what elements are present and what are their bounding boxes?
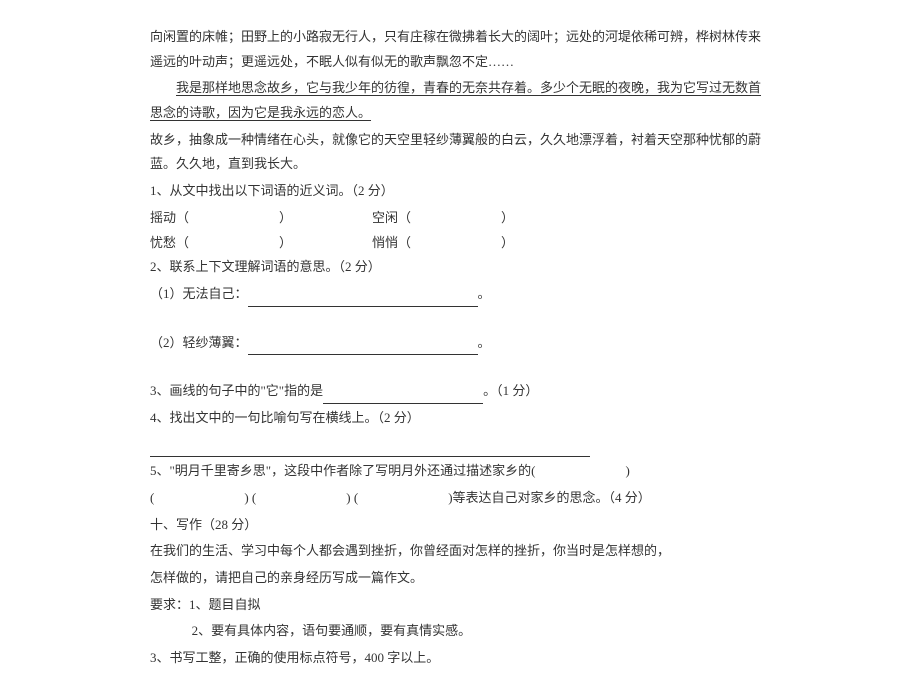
q5-tail: )等表达自己对家乡的思念。（4 分）: [448, 490, 651, 505]
writing-title: 十、写作（28 分）: [150, 513, 770, 538]
q1-row-2: 忧愁（ ） 悄悄（ ）: [150, 231, 770, 256]
q2-item2-label: （2）轻纱薄翼：: [150, 335, 248, 350]
q5-stem-a: 5、"明月千里寄乡思"，这段中作者除了写明月外还通过描述家乡的(: [150, 463, 535, 478]
q2-blank-1: [248, 294, 478, 307]
q2-item-1: （1）无法自己： 。: [150, 282, 770, 307]
q3-blank: [323, 391, 483, 404]
q5-mid-2: ) (: [244, 490, 256, 505]
q1-word-3-close: ）: [279, 235, 292, 250]
passage-paragraph-3: 故乡，抽象成一种情绪在心头，就像它的天空里轻纱薄翼般的白云，久久地漂浮着，衬着天…: [150, 128, 770, 177]
q4-blank-line: [150, 433, 770, 458]
q5-line-1: 5、"明月千里寄乡思"，这段中作者除了写明月外还通过描述家乡的(): [150, 459, 770, 484]
q2-blank-2: [248, 342, 478, 355]
q4-stem: 4、找出文中的一句比喻句写在横线上。（2 分）: [150, 406, 770, 431]
q5-stem-b: ): [625, 463, 629, 478]
q5-line-2: ( ) ( ) ( )等表达自己对家乡的思念。（4 分）: [150, 486, 770, 511]
q1-word-2-close: ）: [501, 210, 514, 225]
q3: 3、画线的句子中的"它"指的是 。（1 分）: [150, 379, 770, 404]
writing-prompt-1: 在我们的生活、学习中每个人都会遇到挫折，你曾经面对怎样的挫折，你当时是怎样想的，: [150, 539, 770, 564]
q3-stem-b: 。（1 分）: [483, 383, 538, 398]
q1-word-1-close: ）: [279, 210, 292, 225]
q1-row-1: 摇动（ ） 空闲（ ）: [150, 206, 770, 231]
q1-word-3: 忧愁（: [150, 235, 189, 250]
q1-word-1: 摇动（: [150, 210, 189, 225]
q1-word-2: 空闲（: [372, 210, 411, 225]
passage-paragraph-underlined: 我是那样地思念故乡，它与我少年的彷徨，青春的无奈共存着。多少个无眠的夜晚，我为它…: [150, 76, 770, 125]
q2-item1-label: （1）无法自己：: [150, 286, 248, 301]
writing-req-2: 2、要有具体内容，语句要通顺，要有真情实感。: [150, 619, 770, 644]
q1-word-4-close: ）: [501, 235, 514, 250]
q1-stem: 1、从文中找出以下词语的近义词。（2 分）: [150, 179, 770, 204]
q1-word-4: 悄悄（: [372, 235, 411, 250]
q2-period-2: 。: [478, 335, 491, 350]
q2-period-1: 。: [478, 286, 491, 301]
writing-req-1: 要求：1、题目自拟: [150, 593, 770, 618]
writing-prompt-2: 怎样做的，请把自己的亲身经历写成一篇作文。: [150, 566, 770, 591]
writing-req-3: 3、书写工整，正确的使用标点符号，400 字以上。: [150, 646, 770, 671]
q3-stem-a: 3、画线的句子中的"它"指的是: [150, 383, 323, 398]
q2-item-2: （2）轻纱薄翼： 。: [150, 331, 770, 356]
q4-blank: [150, 444, 590, 457]
q2-stem: 2、联系上下文理解词语的意思。（2 分）: [150, 255, 770, 280]
passage-paragraph-1: 向闲置的床帷；田野上的小路寂无行人，只有庄稼在微拂着长大的阔叶；远处的河堤依稀可…: [150, 25, 770, 74]
q5-mid-3: ) (: [346, 490, 358, 505]
q5-open-2: (: [150, 490, 154, 505]
